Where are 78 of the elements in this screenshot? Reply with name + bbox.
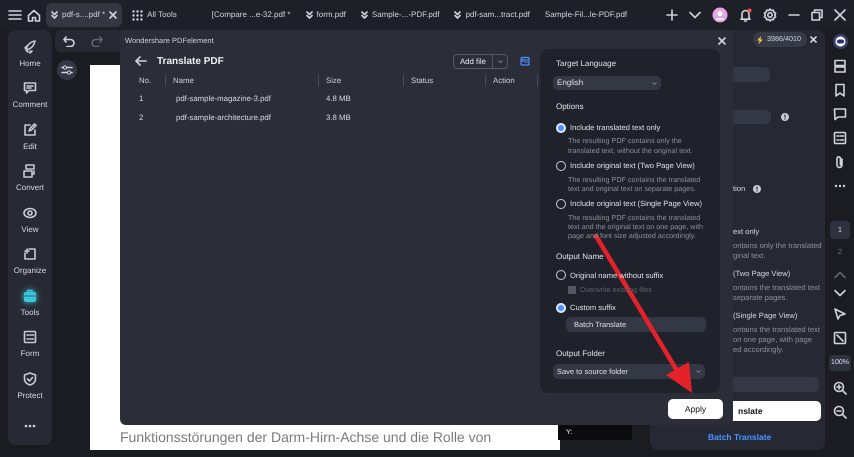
comment-icon [23, 81, 37, 96]
close-icon[interactable] [718, 37, 726, 45]
redo-icon[interactable] [91, 35, 103, 47]
more-icon[interactable] [24, 424, 36, 428]
home-icon[interactable] [27, 8, 41, 22]
lightning-icon [757, 36, 763, 44]
back-arrow-icon[interactable] [135, 56, 147, 66]
sidebar-item[interactable]: Convert [16, 158, 44, 200]
sidebar-item[interactable]: Tools [20, 283, 40, 324]
section-label: Output Name [556, 250, 605, 263]
tab[interactable]: pdf-sam...tract.pdf [449, 3, 535, 27]
apply-button[interactable]: Apply [668, 399, 723, 419]
caret-icon [652, 82, 657, 84]
calendar-icon[interactable] [520, 56, 530, 66]
document-text: Funktionsstörungen der Darm-Hirn-Achse und die Rolle von [119, 428, 492, 447]
radio-button[interactable] [556, 122, 566, 133]
section-label: Options [556, 101, 585, 113]
rocket-icon [23, 40, 37, 54]
sidebar-item[interactable]: Form [20, 324, 40, 366]
form-icon [22, 330, 37, 344]
chevron-down-icon[interactable] [834, 289, 846, 297]
tab[interactable]: Sample-...-PDF.pdf [356, 3, 444, 27]
close-icon[interactable] [810, 36, 817, 43]
radio-button[interactable] [556, 198, 566, 209]
avatar-icon[interactable] [712, 7, 728, 23]
undo-icon[interactable] [63, 35, 75, 47]
info-icon [781, 113, 789, 121]
chevrons-icon [306, 11, 313, 19]
form-icon[interactable] [833, 131, 847, 145]
menu-icon[interactable] [8, 9, 22, 21]
caret-icon [696, 370, 701, 374]
chevron-up-icon[interactable] [834, 271, 846, 279]
chevron-down-icon[interactable] [689, 11, 701, 19]
bookmark-icon[interactable] [833, 83, 847, 97]
tab[interactable]: [Compare ...e-32.pdf * [206, 3, 296, 27]
organize-icon [23, 247, 37, 262]
close-icon[interactable] [834, 9, 846, 21]
chevrons-icon [454, 11, 462, 19]
sidebar-item[interactable]: Organize [14, 242, 46, 283]
eye-icon [22, 206, 37, 220]
chevrons-icon [51, 11, 58, 19]
layout-icon[interactable] [833, 59, 847, 73]
pointer-icon[interactable] [833, 307, 847, 321]
fit-page-icon[interactable] [833, 331, 847, 345]
sidebar-item[interactable]: Protect [17, 366, 43, 408]
batch-translate-link[interactable]: Batch Translate [708, 431, 825, 444]
zoom-out-icon[interactable] [833, 405, 847, 419]
page-title: Translate PDF [157, 54, 224, 68]
tab[interactable]: form.pdf [300, 3, 351, 27]
toolbox-icon [23, 288, 37, 303]
tab[interactable]: Sample-Fil...le-PDF.pdf [540, 3, 632, 27]
filter-icon[interactable] [57, 60, 77, 80]
comment-icon[interactable] [833, 107, 847, 121]
section-label: Target Language [556, 58, 618, 70]
plus-icon[interactable] [666, 9, 678, 21]
radio-button[interactable] [556, 270, 566, 280]
grid-icon [132, 10, 144, 20]
edit-icon [23, 122, 37, 137]
close-icon[interactable] [109, 11, 118, 19]
section-label: Output Folder [556, 348, 606, 360]
sidebar-item[interactable]: Edit [23, 117, 37, 158]
restore-icon[interactable] [811, 9, 823, 21]
protect-icon [23, 372, 37, 386]
settings-icon[interactable] [763, 8, 777, 22]
chevrons-icon [360, 11, 368, 19]
tab[interactable]: pdf-s....pdf * [46, 3, 122, 27]
caret-icon [498, 60, 502, 62]
sidebar-item[interactable]: Home [19, 34, 41, 76]
radio-button[interactable] [556, 302, 566, 313]
tab[interactable]: All Tools [127, 3, 182, 27]
zoom-in-icon[interactable] [833, 381, 847, 395]
language-dropdown[interactable]: English [553, 76, 661, 90]
radio-button[interactable] [556, 160, 566, 171]
sidebar-item[interactable]: Comment [12, 76, 48, 117]
bell-icon[interactable] [739, 8, 752, 22]
sidebar-item[interactable]: View [21, 200, 39, 242]
robot-icon[interactable] [832, 34, 848, 49]
convert-icon [22, 164, 37, 178]
